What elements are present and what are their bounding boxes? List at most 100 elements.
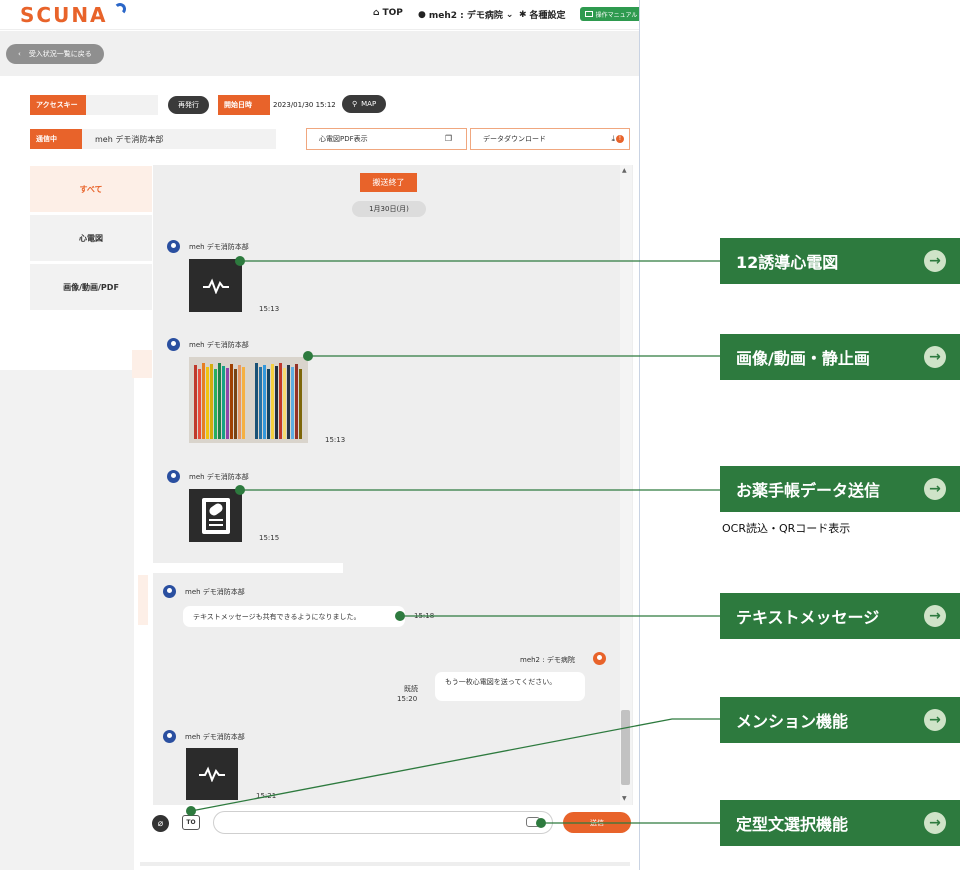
message-time: 15:21 xyxy=(256,792,277,800)
paperclip-icon[interactable]: ⌀ xyxy=(152,815,169,832)
filter-tab-media[interactable]: 画像/動画/PDF xyxy=(30,264,152,310)
message-sender: meh デモ消防本部 xyxy=(189,473,249,481)
access-key-label: アクセスキー xyxy=(30,95,86,115)
message-sender: meh デモ消防本部 xyxy=(189,341,249,349)
nav-user-menu[interactable]: ● meh2 : デモ病院 ⌄ xyxy=(418,8,514,22)
callout-label: テキストメッセージ xyxy=(736,608,880,627)
scroll-up-icon[interactable]: ▲ xyxy=(622,167,627,174)
message-sender: meh デモ消防本部 xyxy=(185,588,245,596)
message-time: 15:18 xyxy=(414,612,435,620)
callout-label: メンション機能 xyxy=(736,712,849,731)
send-button[interactable]: 送信 xyxy=(563,812,631,833)
chevron-down-icon: ⌄ xyxy=(505,9,514,20)
reissue-button[interactable]: 再発行 xyxy=(168,96,209,114)
left-decoration-2 xyxy=(138,575,148,625)
ecg-thumbnail[interactable] xyxy=(189,259,242,312)
message-input[interactable] xyxy=(213,811,553,834)
callout-subtext: OCR読込・QRコード表示 xyxy=(722,522,851,535)
template-select-icon[interactable] xyxy=(526,817,540,827)
callout-label: 12誘導心電図 xyxy=(736,253,839,272)
filter-tab-all[interactable]: すべて xyxy=(30,166,152,212)
callout-ecg: 12誘導心電図 → xyxy=(720,238,960,284)
callout-label: お薬手帳データ送信 xyxy=(736,481,881,500)
book-icon xyxy=(584,11,593,17)
ecg-pdf-button[interactable]: 心電図PDF表示 ❐ xyxy=(306,128,467,150)
colored-pencils-photo[interactable] xyxy=(189,357,308,443)
avatar xyxy=(167,338,180,351)
home-icon: ⌂ xyxy=(373,8,380,18)
copy-icon: ❐ xyxy=(444,134,452,143)
transport-end-button[interactable]: 搬送終了 xyxy=(360,173,417,192)
manual-button[interactable]: 操作マニュアル xyxy=(580,7,639,21)
date-chip: 1月30日(月) xyxy=(352,201,426,217)
download-icon: ⤓ xyxy=(611,134,615,143)
avatar xyxy=(167,240,180,253)
back-label: 受入状況一覧に戻る xyxy=(28,50,92,58)
read-status: 既読 xyxy=(404,685,418,693)
message-sender: meh2 : デモ病院 xyxy=(520,656,575,664)
nav-settings-link[interactable]: ✱ 各種設定 xyxy=(519,8,566,22)
back-button[interactable]: ‹ 受入状況一覧に戻る xyxy=(6,44,104,64)
start-datetime-value: 2023/01/30 15:12 xyxy=(273,101,336,109)
start-datetime-label: 開始日時 xyxy=(218,95,270,115)
medication-notebook-icon xyxy=(201,497,230,534)
message-time: 15:13 xyxy=(259,305,280,313)
scroll-thumb[interactable] xyxy=(621,710,630,785)
chat-scrollbar[interactable] xyxy=(620,165,632,805)
message-time: 15:20 xyxy=(397,695,418,703)
arrow-right-icon: → xyxy=(924,346,946,368)
avatar xyxy=(163,730,176,743)
data-download-button[interactable]: データダウンロード ⤓ ! xyxy=(470,128,630,150)
map-label: MAP xyxy=(361,100,377,108)
message-sender: meh デモ消防本部 xyxy=(189,243,249,251)
app-window: SCUNA ⌂ TOP ● meh2 : デモ病院 ⌄ ✱ 各種設定 操作マニュ… xyxy=(0,0,640,870)
logo-signal-icon xyxy=(114,3,126,15)
access-key-field xyxy=(86,95,158,115)
panel-gap xyxy=(153,563,343,573)
reissue-label: 再発行 xyxy=(178,101,199,109)
data-download-label: データダウンロード xyxy=(483,135,546,143)
arrow-right-icon: → xyxy=(924,605,946,627)
app-header: SCUNA ⌂ TOP ● meh2 : デモ病院 ⌄ ✱ 各種設定 操作マニュ… xyxy=(0,0,639,30)
manual-label: 操作マニュアル xyxy=(595,11,638,19)
filter-tab-ecg[interactable]: 心電図 xyxy=(30,215,152,261)
message-bubble: テキストメッセージも共有できるようになりました。 xyxy=(183,606,405,627)
ecg-thumbnail[interactable] xyxy=(186,748,238,800)
message-time: 15:15 xyxy=(259,534,280,542)
callout-text-message: テキストメッセージ → xyxy=(720,593,960,639)
ecg-pdf-label: 心電図PDF表示 xyxy=(319,135,368,143)
chevron-left-icon: ‹ xyxy=(18,50,21,58)
mention-to-button[interactable]: TO xyxy=(182,815,200,830)
scroll-down-icon[interactable]: ▼ xyxy=(622,795,627,802)
arrow-right-icon: → xyxy=(924,478,946,500)
status-badge: 通信中 xyxy=(30,129,82,149)
user-icon: ● xyxy=(418,9,426,20)
callout-label: 定型文選択機能 xyxy=(736,815,849,834)
map-button[interactable]: ⚲ MAP xyxy=(342,95,387,113)
nav-top-link[interactable]: ⌂ TOP xyxy=(373,8,403,18)
callout-media: 画像/動画・静止画 → xyxy=(720,334,960,380)
arrow-right-icon: → xyxy=(924,709,946,731)
message-time: 15:13 xyxy=(325,436,346,444)
gear-icon: ✱ xyxy=(519,9,527,20)
callout-label: 画像/動画・静止画 xyxy=(736,349,870,368)
nav-settings-label: 各種設定 xyxy=(529,11,566,21)
top-bar: ‹ 受入状況一覧に戻る xyxy=(0,31,639,76)
arrow-right-icon: → xyxy=(924,250,946,272)
avatar-hospital xyxy=(593,652,606,665)
message-sender: meh デモ消防本部 xyxy=(185,733,245,741)
left-decoration xyxy=(132,350,152,378)
scuna-logo[interactable]: SCUNA xyxy=(20,3,108,27)
ecg-wave-icon xyxy=(202,277,229,294)
avatar xyxy=(163,585,176,598)
avatar xyxy=(167,470,180,483)
nav-top-label: TOP xyxy=(382,8,403,18)
medication-notebook-thumbnail[interactable] xyxy=(189,489,242,542)
sender-name: meh デモ消防本部 xyxy=(95,135,164,144)
bottom-divider xyxy=(140,862,630,866)
message-bubble: もう一枚心電図を送ってください。 xyxy=(435,672,585,701)
ecg-wave-icon xyxy=(199,766,225,782)
nav-user-label: meh2 : デモ病院 xyxy=(428,11,503,21)
arrow-right-icon: → xyxy=(924,812,946,834)
left-background xyxy=(0,370,134,870)
